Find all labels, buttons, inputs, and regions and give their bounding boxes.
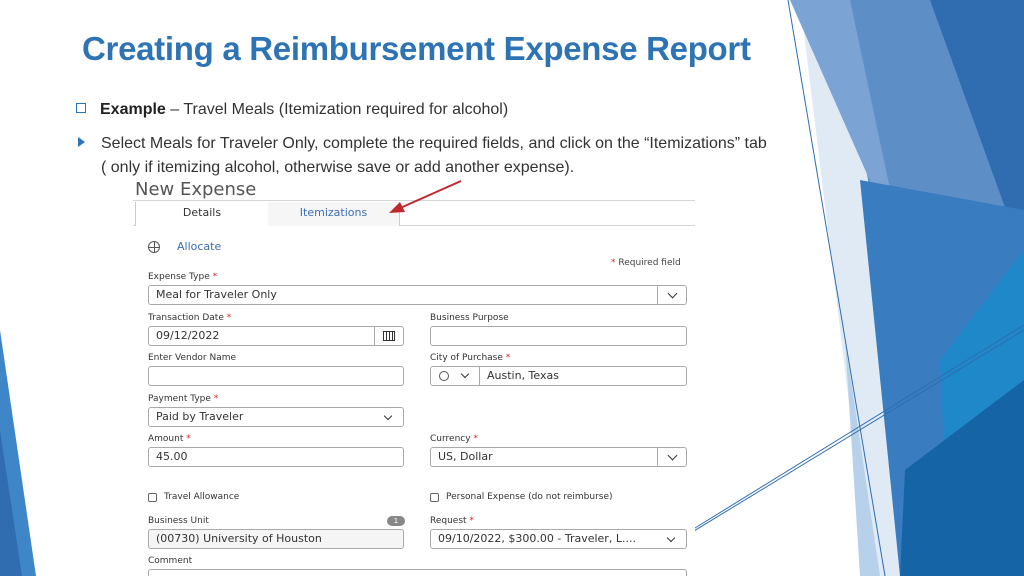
chevron-down-icon [667, 288, 677, 298]
amount-label-text: Amount [148, 434, 184, 444]
vendor-name-input[interactable] [148, 366, 404, 386]
tab-itemizations[interactable]: Itemizations [268, 202, 400, 226]
square-bullet-icon [76, 102, 86, 113]
request-label-text: Request [430, 516, 467, 526]
personal-expense-label: Personal Expense (do not reimburse) [446, 492, 613, 502]
required-field-note: * Required field [611, 258, 681, 268]
currency-label-text: Currency [430, 434, 471, 444]
required-note-text: Required field [618, 258, 681, 268]
divider [133, 200, 695, 201]
payment-type-label-text: Payment Type [148, 394, 211, 404]
business-unit-badge: 1 [387, 516, 405, 526]
travel-allowance-checkbox[interactable] [148, 493, 157, 502]
currency-label: Currency * [430, 434, 478, 444]
allocate-icon [148, 241, 160, 253]
payment-type-label: Payment Type * [148, 394, 218, 404]
expense-type-label-text: Expense Type [148, 272, 210, 282]
calendar-button[interactable] [374, 327, 403, 345]
required-marker: * [226, 313, 232, 323]
slide-title: Creating a Reimbursement Expense Report [82, 30, 751, 67]
currency-dropdown-button[interactable] [657, 448, 686, 466]
currency-value: US, Dollar [438, 450, 493, 463]
allocate-link[interactable]: Allocate [177, 240, 221, 253]
business-unit-field: (00730) University of Houston [148, 529, 404, 549]
business-purpose-input[interactable] [430, 326, 687, 346]
required-marker: * [186, 434, 191, 444]
amount-label: Amount * [148, 434, 191, 444]
expense-type-select[interactable]: Meal for Traveler Only [148, 285, 687, 305]
bullet-text: – Travel Meals (Itemization required for… [165, 101, 509, 118]
city-value: Austin, Texas [487, 369, 559, 382]
business-purpose-label: Business Purpose [430, 313, 509, 323]
tab-divider-left [133, 225, 135, 226]
travel-allowance-label: Travel Allowance [164, 492, 240, 502]
bullet-instruction-text: Select Meals for Traveler Only, complete… [101, 135, 767, 176]
transaction-date-label: Transaction Date * [148, 313, 231, 323]
new-expense-screenshot: New Expense Details Itemizations Allocat… [133, 178, 695, 576]
tab-details[interactable]: Details [135, 202, 269, 226]
globe-icon [439, 371, 449, 381]
bullet-bold-text: Example [100, 101, 166, 118]
personal-expense-checkbox[interactable] [430, 493, 439, 502]
required-marker: * [611, 258, 616, 268]
chevron-down-icon [460, 369, 470, 379]
form-title: New Expense [135, 179, 257, 200]
tab-divider [399, 225, 695, 226]
expense-type-value: Meal for Traveler Only [156, 288, 277, 301]
expense-type-dropdown-button[interactable] [657, 286, 686, 304]
expense-type-label: Expense Type * [148, 272, 217, 282]
request-value: 09/10/2022, $300.00 - Traveler, L.... [438, 532, 636, 545]
amount-input[interactable]: 45.00 [148, 447, 404, 467]
required-marker: * [212, 272, 218, 282]
comment-label: Comment [148, 556, 193, 566]
request-label: Request * [430, 516, 474, 526]
chevron-down-icon [667, 450, 677, 460]
currency-select[interactable]: US, Dollar [430, 447, 687, 467]
city-label: City of Purchase * [430, 353, 510, 363]
payment-type-select[interactable]: Paid by Traveler [148, 407, 404, 427]
comment-input[interactable] [148, 569, 687, 576]
city-of-purchase-field[interactable]: Austin, Texas [430, 366, 687, 386]
transaction-date-value: 09/12/2022 [156, 329, 220, 342]
city-label-text: City of Purchase [430, 353, 503, 363]
business-unit-label: Business Unit [148, 516, 209, 526]
transaction-date-label-text: Transaction Date [148, 313, 224, 323]
calendar-icon [383, 331, 395, 341]
left-decoration [0, 330, 36, 576]
bullet-instructions: Select Meals for Traveler Only, complete… [76, 132, 776, 180]
chevron-down-icon [383, 411, 393, 421]
required-marker: * [213, 394, 219, 404]
vendor-name-label: Enter Vendor Name [148, 353, 237, 363]
bullet-example: Example – Travel Meals (Itemization requ… [76, 98, 508, 122]
location-selector[interactable] [431, 367, 480, 385]
required-marker: * [473, 434, 478, 444]
required-marker: * [469, 516, 474, 526]
chevron-down-icon [666, 533, 676, 543]
transaction-date-field[interactable]: 09/12/2022 [148, 326, 404, 346]
request-select[interactable]: 09/10/2022, $300.00 - Traveler, L.... [430, 529, 687, 549]
arrow-bullet-icon [78, 137, 85, 147]
required-marker: * [505, 353, 511, 363]
payment-type-value: Paid by Traveler [156, 410, 244, 423]
